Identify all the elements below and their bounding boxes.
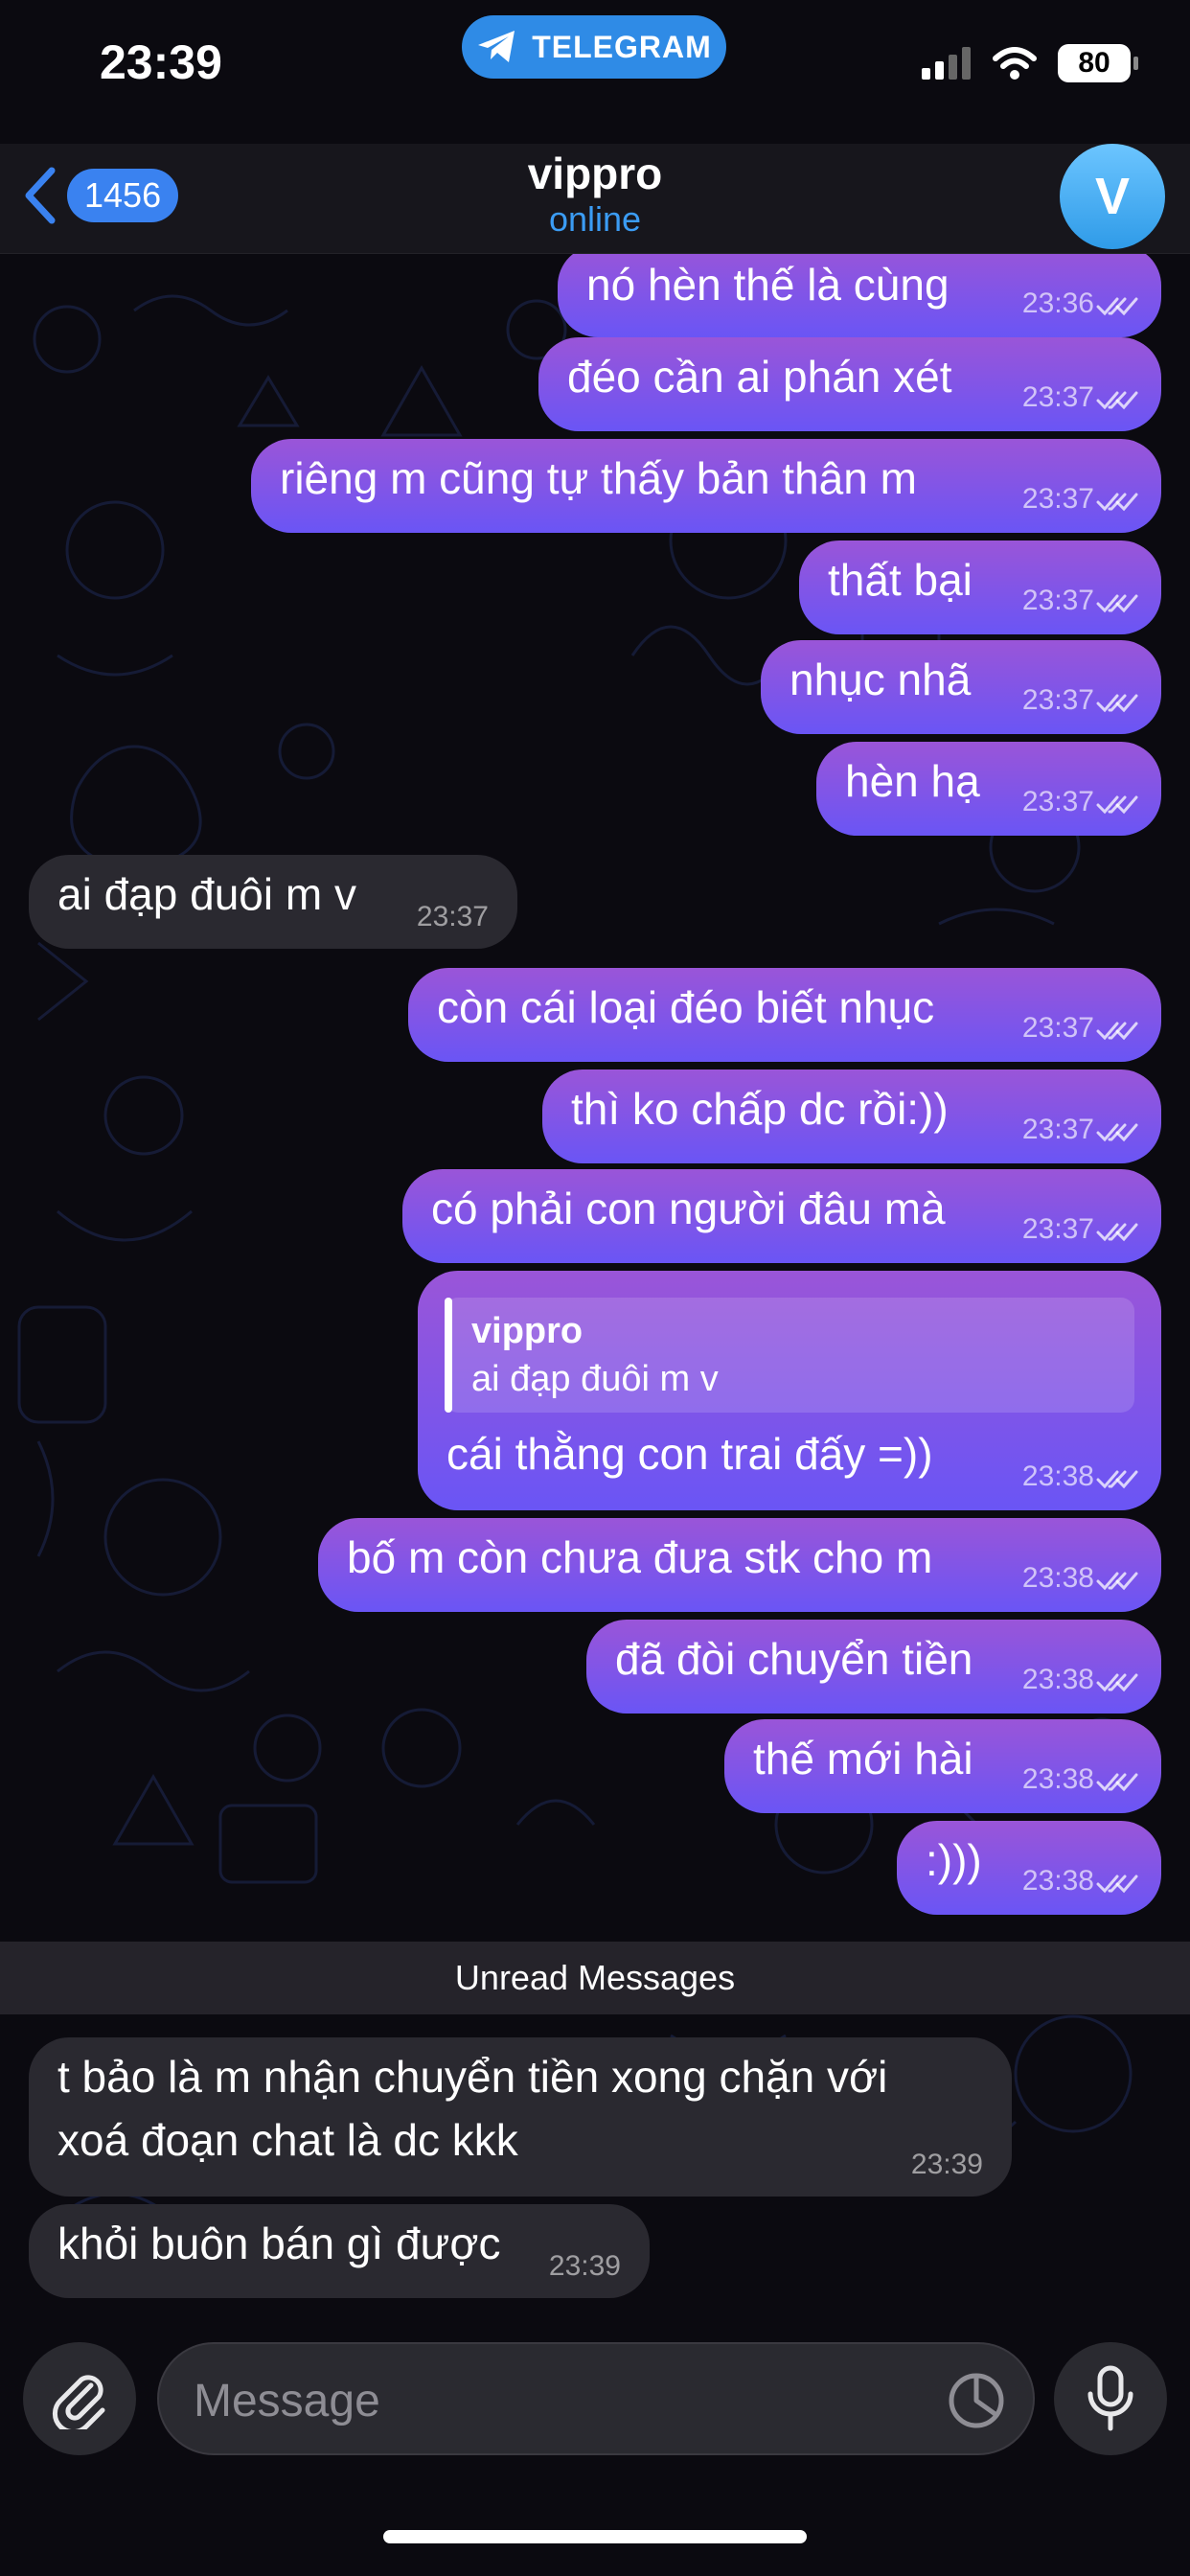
message-text: còn cái loại đéo biết nhục	[437, 982, 935, 1032]
wifi-icon	[993, 47, 1037, 80]
message-time: 23:36	[1021, 288, 1094, 319]
message-text: thì ko chấp dc rồi:))	[571, 1084, 949, 1134]
home-indicator[interactable]	[383, 2530, 807, 2543]
message-text: thất bại	[828, 555, 973, 605]
incoming-message[interactable]: t bảo là m nhận chuyển tiền xong chặn vớ…	[29, 2037, 1012, 2196]
reply-text: ai đạp đuôi m v	[471, 1359, 719, 1399]
read-checks-icon	[1096, 1223, 1138, 1242]
read-checks-icon	[1096, 1773, 1138, 1792]
message-input[interactable]	[192, 2363, 943, 2438]
signal-icon	[922, 47, 971, 80]
read-checks-icon	[1096, 1022, 1138, 1041]
read-checks-icon	[1096, 1874, 1138, 1894]
outgoing-message[interactable]: còn cái loại đéo biết nhục 23:37	[408, 968, 1161, 1062]
status-icons: 80	[922, 44, 1138, 82]
read-checks-icon	[1096, 694, 1138, 713]
reply-bar	[445, 1298, 452, 1413]
message-time: 23:38	[1021, 1865, 1094, 1897]
message-text: bố m còn chưa đưa stk cho m	[347, 1532, 933, 1582]
telegram-plane-icon	[478, 31, 515, 62]
voice-record-button[interactable]	[1054, 2342, 1167, 2455]
chat-title[interactable]: vippro	[0, 148, 1190, 199]
message-time: 23:37	[1021, 1114, 1094, 1145]
chat-status: online	[548, 199, 642, 239]
read-checks-icon	[1096, 594, 1138, 613]
message-time: 23:37	[1021, 381, 1094, 413]
back-button[interactable]: 1456	[19, 165, 179, 226]
message-time: 23:37	[1021, 1213, 1094, 1245]
outgoing-message[interactable]: bố m còn chưa đưa stk cho m 23:38	[318, 1518, 1161, 1612]
message-text: ai đạp đuôi m v	[57, 869, 356, 919]
message-time: 23:38	[1021, 1763, 1094, 1795]
message-text: nó hèn thế là cùng	[586, 260, 950, 310]
return-to-telegram-pill[interactable]: TELEGRAM	[462, 15, 726, 79]
message-list[interactable]: Unread Messages nó hèn thế là cùng 23:36 đ…	[0, 253, 1190, 2323]
read-checks-icon	[1096, 1673, 1138, 1692]
message-time: 23:39	[548, 2250, 621, 2282]
message-text: t bảo là m nhận chuyển tiền xong chặn vớ…	[57, 2052, 888, 2102]
message-text: nhục nhã	[790, 655, 972, 704]
battery-icon: 80	[1058, 44, 1138, 82]
message-time: 23:37	[1021, 786, 1094, 817]
incoming-message[interactable]: khỏi buôn bán gì được 23:39	[29, 2204, 650, 2298]
outgoing-message[interactable]: riêng m cũng tự thấy bản thân m 23:37	[251, 439, 1161, 533]
avatar[interactable]: V	[1060, 144, 1165, 249]
paperclip-icon	[52, 2375, 105, 2429]
microphone-icon	[1087, 2365, 1133, 2431]
message-time: 23:37	[1021, 1012, 1094, 1044]
reply-sender: vippro	[471, 1311, 584, 1351]
message-time: 23:38	[1021, 1664, 1094, 1695]
unread-messages-divider: Unread Messages	[0, 1942, 1190, 2014]
message-time: 23:37	[416, 901, 489, 932]
outgoing-message[interactable]: nó hèn thế là cùng 23:36	[558, 253, 1161, 337]
message-text: khỏi buôn bán gì được	[57, 2219, 501, 2268]
read-checks-icon	[1096, 795, 1138, 815]
app-pill-label: TELEGRAM	[532, 29, 712, 64]
message-text: cái thằng con trai đấy =))	[446, 1429, 933, 1479]
message-text: :)))	[926, 1835, 982, 1885]
message-text: xoá đoạn chat là dc kkk	[57, 2115, 518, 2165]
reply-quote[interactable]: vippro ai đạp đuôi m v	[445, 1298, 1134, 1413]
status-bar: 23:39 TELEGRAM 80	[0, 0, 1190, 144]
outgoing-message[interactable]: hèn hạ 23:37	[816, 742, 1161, 836]
message-time: 23:37	[1021, 585, 1094, 616]
attach-button[interactable]	[23, 2342, 136, 2455]
message-text: có phải con người đâu mà	[431, 1184, 946, 1233]
message-text: thế mới hài	[753, 1734, 973, 1783]
unread-count-badge: 1456	[67, 169, 179, 222]
message-text: đã đòi chuyển tiền	[615, 1634, 973, 1684]
read-checks-icon	[1096, 493, 1138, 512]
message-text: riêng m cũng tự thấy bản thân m	[280, 453, 917, 503]
read-checks-icon	[1096, 391, 1138, 410]
outgoing-message[interactable]: có phải con người đâu mà 23:37	[402, 1169, 1161, 1263]
message-text: hèn hạ	[845, 756, 980, 806]
read-checks-icon	[1096, 1572, 1138, 1591]
outgoing-message[interactable]: vippro ai đạp đuôi m v cái thằng con trai …	[418, 1271, 1161, 1510]
sticker-icon[interactable]	[947, 2371, 1006, 2430]
read-checks-icon	[1096, 1470, 1138, 1489]
outgoing-message[interactable]: đã đòi chuyển tiền 23:38	[586, 1620, 1161, 1714]
outgoing-message[interactable]: :))) 23:38	[897, 1821, 1161, 1915]
message-time: 23:38	[1021, 1562, 1094, 1594]
read-checks-icon	[1096, 297, 1138, 316]
outgoing-message[interactable]: thế mới hài 23:38	[724, 1719, 1161, 1813]
outgoing-message[interactable]: nhục nhã 23:37	[761, 640, 1161, 734]
chat-header: vippro online 1456 V	[0, 144, 1190, 254]
message-time: 23:38	[1021, 1460, 1094, 1492]
message-time: 23:37	[1021, 684, 1094, 716]
status-time: 23:39	[100, 35, 222, 89]
outgoing-message[interactable]: thì ko chấp dc rồi:)) 23:37	[542, 1070, 1161, 1163]
message-text: đéo cần ai phán xét	[567, 352, 952, 402]
message-time: 23:39	[910, 2149, 983, 2180]
outgoing-message[interactable]: thất bại 23:37	[799, 540, 1161, 634]
read-checks-icon	[1096, 1123, 1138, 1142]
incoming-message[interactable]: ai đạp đuôi m v 23:37	[29, 855, 517, 949]
message-field[interactable]	[157, 2342, 1035, 2455]
back-chevron-icon	[25, 167, 56, 224]
outgoing-message[interactable]: đéo cần ai phán xét 23:37	[538, 337, 1161, 431]
message-time: 23:37	[1021, 483, 1094, 515]
